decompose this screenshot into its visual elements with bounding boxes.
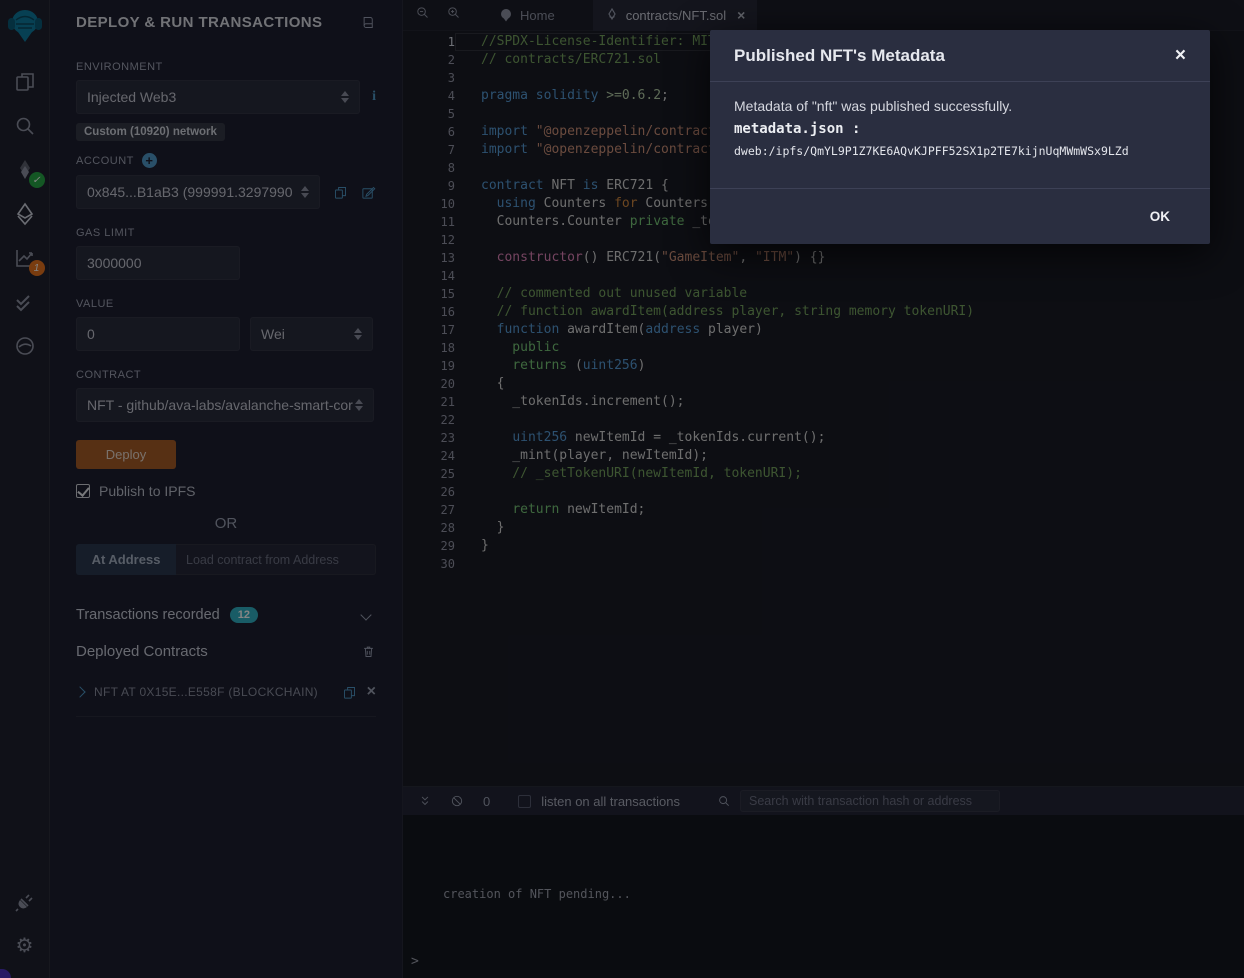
modal-filename: metadata.json : bbox=[734, 121, 1186, 137]
modal-ok-button[interactable]: OK bbox=[1150, 209, 1170, 224]
modal-title: Published NFT's Metadata bbox=[734, 46, 945, 66]
published-metadata-modal: Published NFT's Metadata × Metadata of "… bbox=[710, 30, 1210, 244]
modal-message: Metadata of "nft" was published successf… bbox=[734, 98, 1186, 114]
modal-ipfs-url: dweb:/ipfs/QmYL9P1Z7KE6AQvKJPFF52SX1p2TE… bbox=[734, 144, 1186, 158]
modal-close-icon[interactable]: × bbox=[1175, 46, 1186, 65]
